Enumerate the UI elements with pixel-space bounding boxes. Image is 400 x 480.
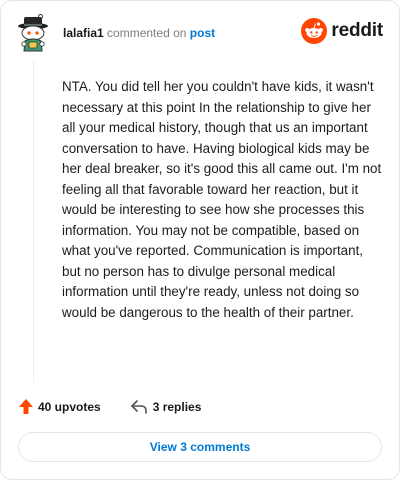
reply-arrow-icon [130,399,147,414]
replies-count: 3 replies [152,399,202,414]
reddit-snoo-icon [301,18,328,44]
comment-card: lalafia1 commented on post reddit NTA. Y… [0,0,400,480]
post-link[interactable]: post [190,26,215,40]
comment-actions: 40 upvotes 3 replies [19,399,201,414]
comment-body: NTA. You did tell her you couldn't have … [62,79,382,320]
user-avatar[interactable] [16,13,50,53]
reddit-logo[interactable]: reddit [301,18,383,44]
upvote-count: 40 upvotes [38,399,101,414]
upvote-arrow-icon [19,399,33,414]
username[interactable]: lalafia1 [63,26,104,40]
comment-header: lalafia1 commented on post [63,25,215,41]
replies-button[interactable]: 3 replies [130,399,202,414]
upvote-button[interactable]: 40 upvotes [19,399,101,414]
reddit-wordmark: reddit [331,20,383,41]
commented-on-text: commented on [107,26,187,40]
view-comments-button[interactable]: View 3 comments [18,432,382,462]
thread-line [33,61,34,383]
snoo-avatar-icon [18,14,48,52]
